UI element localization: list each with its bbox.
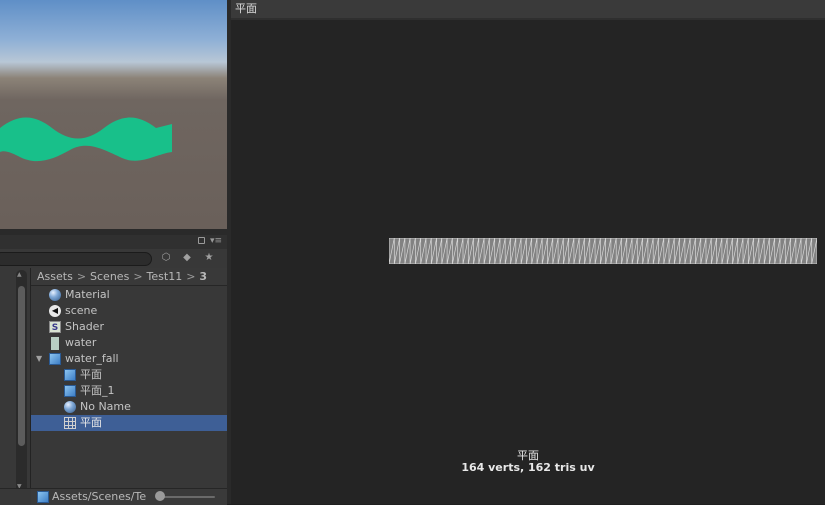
tree-footer [0,488,31,505]
model-prefab-icon [37,491,49,503]
project-toolbar: ⬡ ◆ ★ [0,249,227,269]
asset-label: 平面 [80,416,102,429]
chevron-right-icon: > [76,270,87,283]
breadcrumb-item[interactable]: 3 [199,268,207,285]
icon-size-slider-thumb[interactable] [155,491,165,501]
material-sphere-icon [64,401,76,413]
chevron-right-icon: > [133,270,143,283]
asset-row-water-fall[interactable]: ▼ water_fall [31,351,227,367]
breadcrumb-item[interactable]: Test11 [147,268,183,285]
folder-tree-column: ▲ ▼ [0,268,31,504]
tree-scrollbar-thumb[interactable] [18,286,25,446]
scroll-up-icon[interactable]: ▲ [17,272,22,278]
asset-label: 平面 [80,368,102,381]
asset-row-mesh-selected[interactable]: 平面 [31,415,227,431]
model-prefab-icon [49,353,61,365]
filter-by-label-icon[interactable]: ◆ [178,250,196,266]
lock-icon[interactable] [198,237,205,244]
search-input[interactable] [0,252,152,266]
panel-menu-icon[interactable]: ▾≡ [210,236,222,246]
asset-row-water[interactable]: water [31,335,227,351]
asset-row-submesh[interactable]: 平面 [31,367,227,383]
scene-viewport[interactable] [0,0,227,229]
mesh-uv-wireframe [389,238,817,264]
asset-label: No Name [80,400,131,413]
asset-row-no-name[interactable]: No Name [31,399,227,415]
shader-icon: S [49,321,61,333]
asset-row-scene[interactable]: ◀ scene [31,303,227,319]
model-prefab-icon [64,369,76,381]
expand-arrow-icon[interactable]: ▼ [36,351,42,367]
mesh-grid-icon [64,417,76,429]
texture-icon [51,337,59,350]
asset-path-bar: Assets/Scenes/Te [31,488,227,505]
preview-title: 平面 [235,2,257,15]
model-prefab-icon [64,385,76,397]
breadcrumb-item[interactable]: Scenes [90,268,129,285]
mesh-preview-area[interactable]: 平面 164 verts, 162 tris uv [231,20,825,504]
asset-label: scene [65,304,98,317]
asset-row-shader[interactable]: S Shader [31,319,227,335]
project-panel-header [0,235,227,249]
asset-row-submesh-1[interactable]: 平面_1 [31,383,227,399]
asset-label: Material [65,288,110,301]
material-sphere-icon [49,289,61,301]
asset-list: Material ◀ scene S Shader water ▼ water_… [31,286,227,488]
filter-by-type-icon[interactable]: ⬡ [157,250,175,266]
breadcrumb: Assets > Scenes > Test11 >3 [31,268,227,286]
icon-size-slider-track[interactable] [157,496,215,498]
asset-row-material[interactable]: Material [31,287,227,303]
asset-label: water_fall [65,352,119,365]
chevron-right-icon: > [186,270,196,283]
favorites-star-icon[interactable]: ★ [200,250,218,266]
asset-path-text: Assets/Scenes/Te [52,490,147,503]
preview-header: 平面 [231,0,825,19]
asset-label: water [65,336,97,349]
unity-scene-icon: ◀ [49,305,61,317]
breadcrumb-item[interactable]: Assets [31,268,73,285]
asset-label: Shader [65,320,104,333]
mesh-stats-label: 164 verts, 162 tris uv [461,461,595,474]
asset-label: 平面_1 [80,384,115,397]
water-wave-mesh [0,117,172,162]
